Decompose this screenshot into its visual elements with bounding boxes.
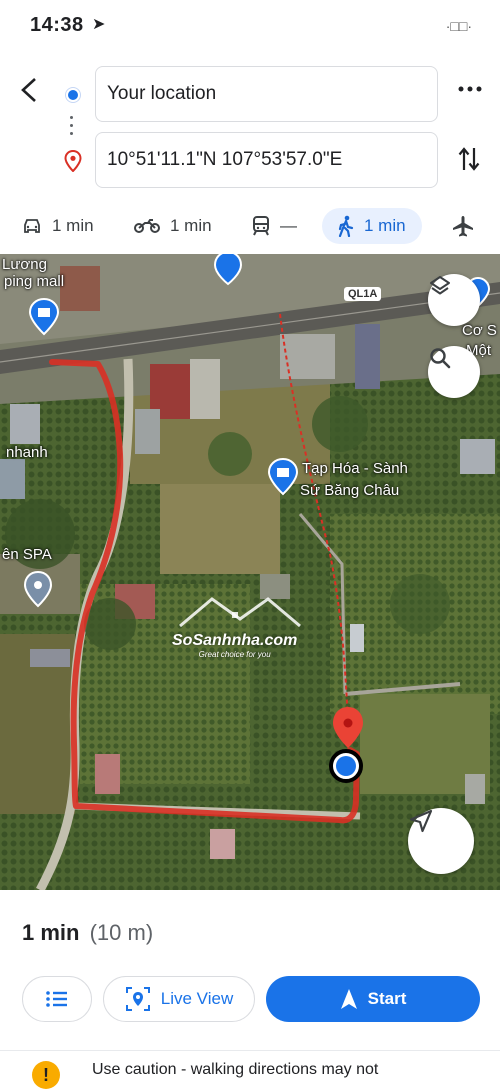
- place-label-mall[interactable]: ping mall: [4, 273, 64, 290]
- recenter-button[interactable]: [408, 808, 474, 874]
- swap-button[interactable]: [458, 146, 480, 177]
- travel-mode-tabs: 1 min 1 min — 1 min: [0, 206, 500, 248]
- steps-button[interactable]: [22, 976, 92, 1022]
- origin-dot-icon: [66, 88, 80, 102]
- route-dots-icon: [70, 116, 73, 135]
- tab-walking[interactable]: 1 min: [322, 208, 422, 244]
- tab-transit[interactable]: —: [252, 208, 297, 244]
- swap-vertical-icon: [458, 147, 480, 171]
- start-button[interactable]: Start: [266, 976, 480, 1022]
- motorbike-time: 1 min: [170, 216, 212, 235]
- live-view-label: Live View: [160, 989, 234, 1008]
- layers-button[interactable]: [428, 274, 480, 326]
- watermark-subtitle: Great choice for you: [198, 650, 271, 659]
- road-label: QL1A: [344, 287, 382, 301]
- route-summary-sheet: 1 min (10 m) Live View Start ! Use cauti…: [0, 890, 500, 1089]
- walk-icon: [338, 215, 354, 237]
- status-icons: ·□□·: [445, 18, 472, 34]
- watermark: SoSanhnha.com Great choice for you: [172, 632, 297, 659]
- walking-warning: ! Use caution - walking directions may n…: [0, 1050, 500, 1090]
- eta-time: 1 min: [22, 920, 80, 945]
- status-bar: 14:38 ➤ ·□□·: [0, 0, 500, 52]
- eta-distance: (10 m): [89, 920, 154, 945]
- tab-motorbike[interactable]: 1 min: [134, 208, 212, 244]
- status-time: 14:38: [30, 14, 84, 36]
- more-horizontal-icon: [458, 86, 482, 92]
- live-view-button[interactable]: Live View: [103, 976, 255, 1022]
- map-view[interactable]: Lương ping mall nhanh ên SPA Tạp Hóa - S…: [0, 254, 500, 890]
- place-label-store-line1[interactable]: Tạp Hóa - Sành: [302, 460, 408, 477]
- destination-input[interactable]: 10°51'11.1"N 107°53'57.0"E: [95, 132, 438, 188]
- walking-time: 1 min: [364, 216, 406, 235]
- place-label-luong[interactable]: Lương: [2, 256, 47, 273]
- tab-driving[interactable]: 1 min: [22, 208, 94, 244]
- place-label-right-1[interactable]: Cơ S: [462, 322, 497, 339]
- more-options-button[interactable]: [458, 80, 482, 98]
- route-eta: 1 min (10 m): [22, 920, 153, 946]
- back-button[interactable]: [14, 74, 46, 106]
- search-icon: [430, 348, 451, 369]
- origin-input[interactable]: Your location: [95, 66, 438, 122]
- navigation-start-icon: [340, 989, 357, 1009]
- start-label: Start: [367, 989, 407, 1008]
- directions-header: Your location 10°51'11.1"N 107°53'57.0"E: [0, 56, 500, 196]
- tab-flights[interactable]: [452, 208, 474, 244]
- satellite-imagery: [0, 254, 500, 890]
- list-icon: [46, 991, 67, 1007]
- transit-time: —: [280, 216, 297, 235]
- place-label-nhanh[interactable]: nhanh: [6, 444, 48, 461]
- transit-icon: [253, 216, 269, 236]
- arrow-left-icon: [21, 78, 36, 102]
- flight-icon: [453, 216, 473, 237]
- car-icon: [24, 219, 40, 233]
- destination-pin-icon: [64, 149, 82, 177]
- live-view-icon: [125, 987, 150, 1011]
- motorbike-icon: [134, 219, 160, 233]
- warning-icon: !: [32, 1061, 60, 1089]
- driving-time: 1 min: [52, 216, 94, 235]
- location-arrow-icon: ➤: [92, 16, 106, 33]
- search-along-route-button[interactable]: [428, 346, 480, 398]
- warning-text: Use caution - walking directions may not: [92, 1061, 379, 1078]
- layers-icon: [430, 276, 450, 295]
- place-label-spa[interactable]: ên SPA: [2, 546, 52, 563]
- navigation-arrow-icon: [409, 809, 433, 833]
- watermark-title: SoSanhnha.com: [172, 632, 298, 649]
- place-label-store-line2[interactable]: Sứ Băng Châu: [300, 482, 399, 499]
